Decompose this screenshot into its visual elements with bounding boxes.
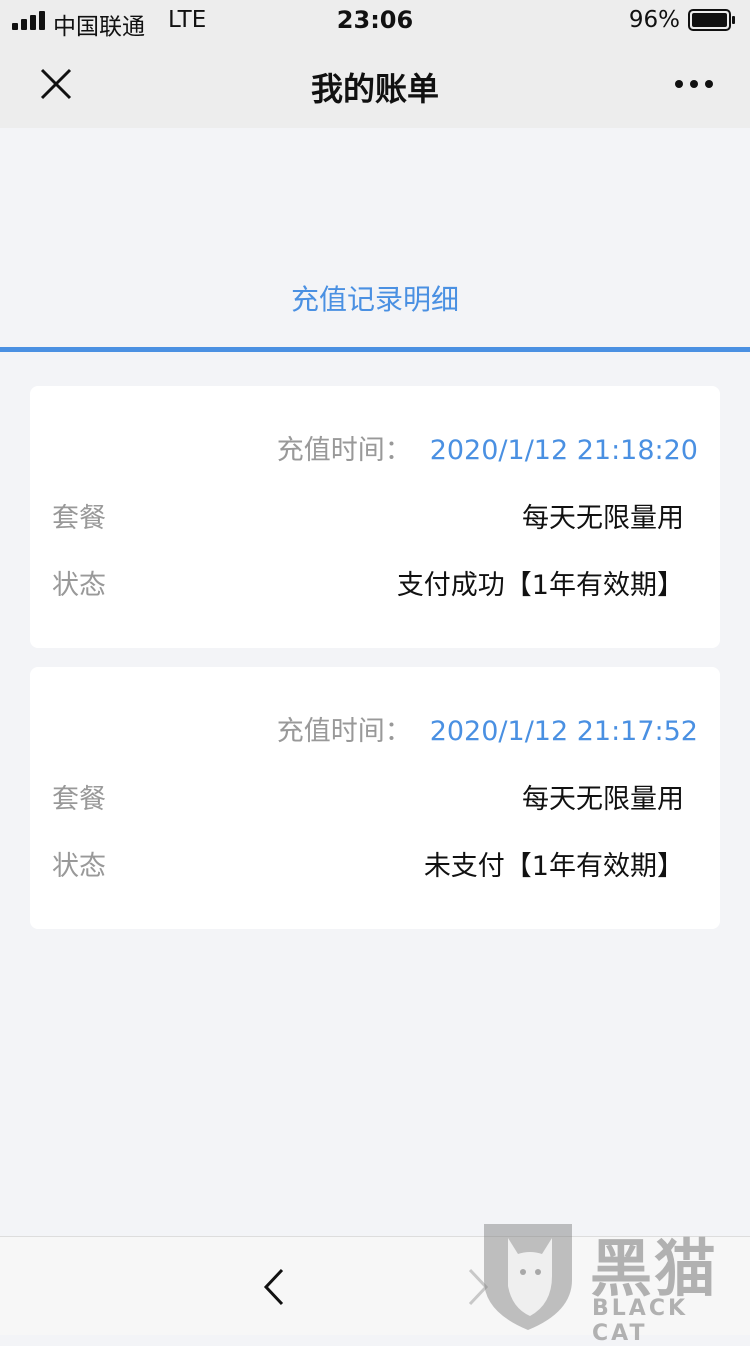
- recharge-time-label: 充值时间：: [276, 435, 412, 466]
- plan-row: 套餐 每天无限量用: [52, 777, 684, 817]
- status-bar: 中国联通 LTE 23:06 96%: [0, 0, 750, 42]
- record-card[interactable]: 充值时间： 2020/1/12 21:17:52 套餐 每天无限量用 状态 未支付…: [30, 667, 720, 929]
- back-arrow-icon[interactable]: [262, 1267, 286, 1307]
- cat-shield-logo-icon: [484, 1224, 572, 1330]
- top-bar: 中国联通 LTE 23:06 96% 我的账单: [0, 0, 750, 128]
- watermark: 黑猫 BLACK CAT: [478, 1216, 750, 1346]
- plan-label: 套餐: [52, 503, 106, 534]
- battery-icon: [688, 9, 735, 31]
- watermark-cn-text: 黑猫: [590, 1232, 719, 1305]
- status-value: 未支付【1年有效期】: [423, 851, 684, 882]
- watermark-en-text: BLACK CAT: [592, 1296, 689, 1346]
- plan-label: 套餐: [52, 784, 106, 815]
- status-row: 状态 未支付【1年有效期】: [52, 844, 684, 884]
- more-icon[interactable]: [674, 78, 714, 90]
- status-label: 状态: [52, 851, 106, 882]
- recharge-time-label: 充值时间：: [276, 716, 412, 747]
- recharge-time-row: 充值时间： 2020/1/12 21:18:20: [277, 428, 698, 467]
- recharge-time-row: 充值时间： 2020/1/12 21:17:52: [277, 709, 698, 748]
- record-card[interactable]: 充值时间： 2020/1/12 21:18:20 套餐 每天无限量用 状态 支付成…: [30, 386, 720, 648]
- tab-active-indicator: [0, 347, 750, 352]
- page-title: 我的账单: [310, 70, 439, 108]
- plan-value: 每天无限量用: [522, 503, 684, 534]
- recharge-time-value: 2020/1/12 21:17:52: [429, 716, 698, 747]
- plan-value: 每天无限量用: [522, 784, 684, 815]
- plan-row: 套餐 每天无限量用: [52, 496, 684, 536]
- status-value: 支付成功【1年有效期】: [396, 570, 684, 601]
- battery-percent: 96%: [628, 7, 680, 33]
- tab-recharge-records[interactable]: 充值记录明细: [0, 278, 750, 318]
- status-label: 状态: [52, 570, 106, 601]
- recharge-time-value: 2020/1/12 21:18:20: [429, 435, 698, 466]
- status-row: 状态 支付成功【1年有效期】: [52, 563, 684, 603]
